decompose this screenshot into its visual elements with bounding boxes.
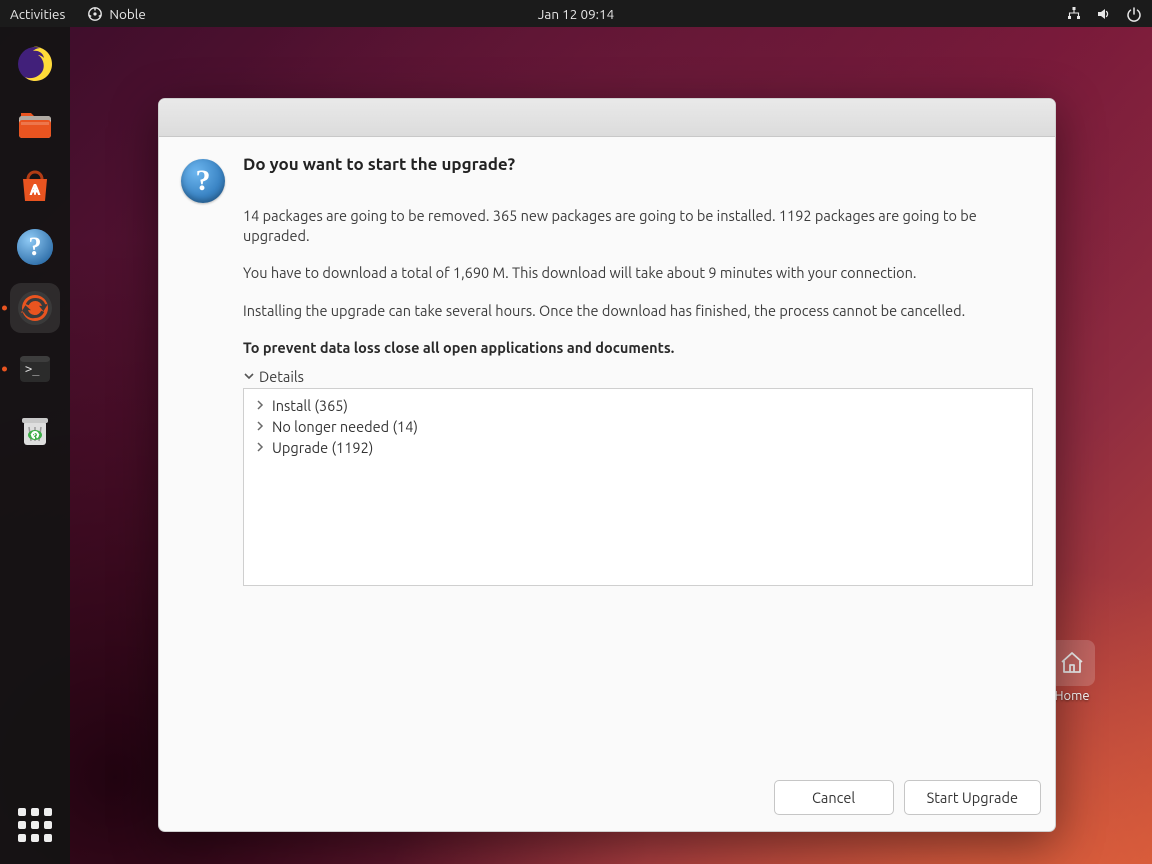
trash-icon[interactable] <box>10 405 60 455</box>
top-bar: Activities Noble Jan 12 09:14 <box>0 0 1152 27</box>
upgrade-dialog: ? Do you want to start the upgrade? 14 p… <box>158 98 1056 832</box>
firefox-icon[interactable] <box>10 39 60 89</box>
clock[interactable]: Jan 12 09:14 <box>538 6 614 22</box>
chevron-right-icon <box>254 421 266 431</box>
duration-text: Installing the upgrade can take several … <box>243 301 1033 321</box>
show-applications-button[interactable] <box>10 800 60 850</box>
dialog-title: Do you want to start the upgrade? <box>243 155 1033 174</box>
app-menu[interactable]: Noble <box>87 6 145 22</box>
details-row-remove[interactable]: No longer needed (14) <box>252 416 1024 437</box>
warning-text: To prevent data loss close all open appl… <box>243 338 1033 358</box>
volume-icon[interactable] <box>1096 6 1112 22</box>
details-expander[interactable]: Details <box>243 368 1033 385</box>
details-row-label: No longer needed (14) <box>272 418 418 435</box>
details-row-install[interactable]: Install (365) <box>252 395 1024 416</box>
network-icon[interactable] <box>1066 6 1082 22</box>
help-icon[interactable]: ? <box>10 222 60 272</box>
svg-text:?: ? <box>29 232 42 261</box>
details-tree[interactable]: Install (365) No longer needed (14) Upgr… <box>243 388 1033 586</box>
svg-text:A: A <box>29 181 41 199</box>
dock: A ? >_ <box>0 27 70 864</box>
dialog-titlebar[interactable] <box>159 99 1055 137</box>
desktop-home-label: Home <box>1054 689 1089 703</box>
summary-text: 14 packages are going to be removed. 365… <box>243 206 1033 245</box>
software-updater-icon[interactable] <box>10 283 60 333</box>
app-menu-icon <box>87 6 103 22</box>
activities-button[interactable]: Activities <box>10 6 65 22</box>
running-indicator <box>2 306 7 311</box>
details-row-label: Upgrade (1192) <box>272 439 373 456</box>
details-row-upgrade[interactable]: Upgrade (1192) <box>252 437 1024 458</box>
running-indicator <box>2 367 7 372</box>
chevron-right-icon <box>254 400 266 410</box>
download-text: You have to download a total of 1,690 M.… <box>243 263 1033 283</box>
chevron-down-icon <box>243 370 255 382</box>
svg-text:>_: >_ <box>25 362 40 376</box>
power-icon[interactable] <box>1126 6 1142 22</box>
ubuntu-software-icon[interactable]: A <box>10 161 60 211</box>
chevron-right-icon <box>254 442 266 452</box>
cancel-button[interactable]: Cancel <box>774 780 894 815</box>
details-label: Details <box>259 368 304 385</box>
details-row-label: Install (365) <box>272 397 348 414</box>
terminal-icon[interactable]: >_ <box>10 344 60 394</box>
start-upgrade-button[interactable]: Start Upgrade <box>904 780 1041 815</box>
app-menu-label: Noble <box>109 6 145 22</box>
question-icon: ? <box>181 159 225 203</box>
files-icon[interactable] <box>10 100 60 150</box>
